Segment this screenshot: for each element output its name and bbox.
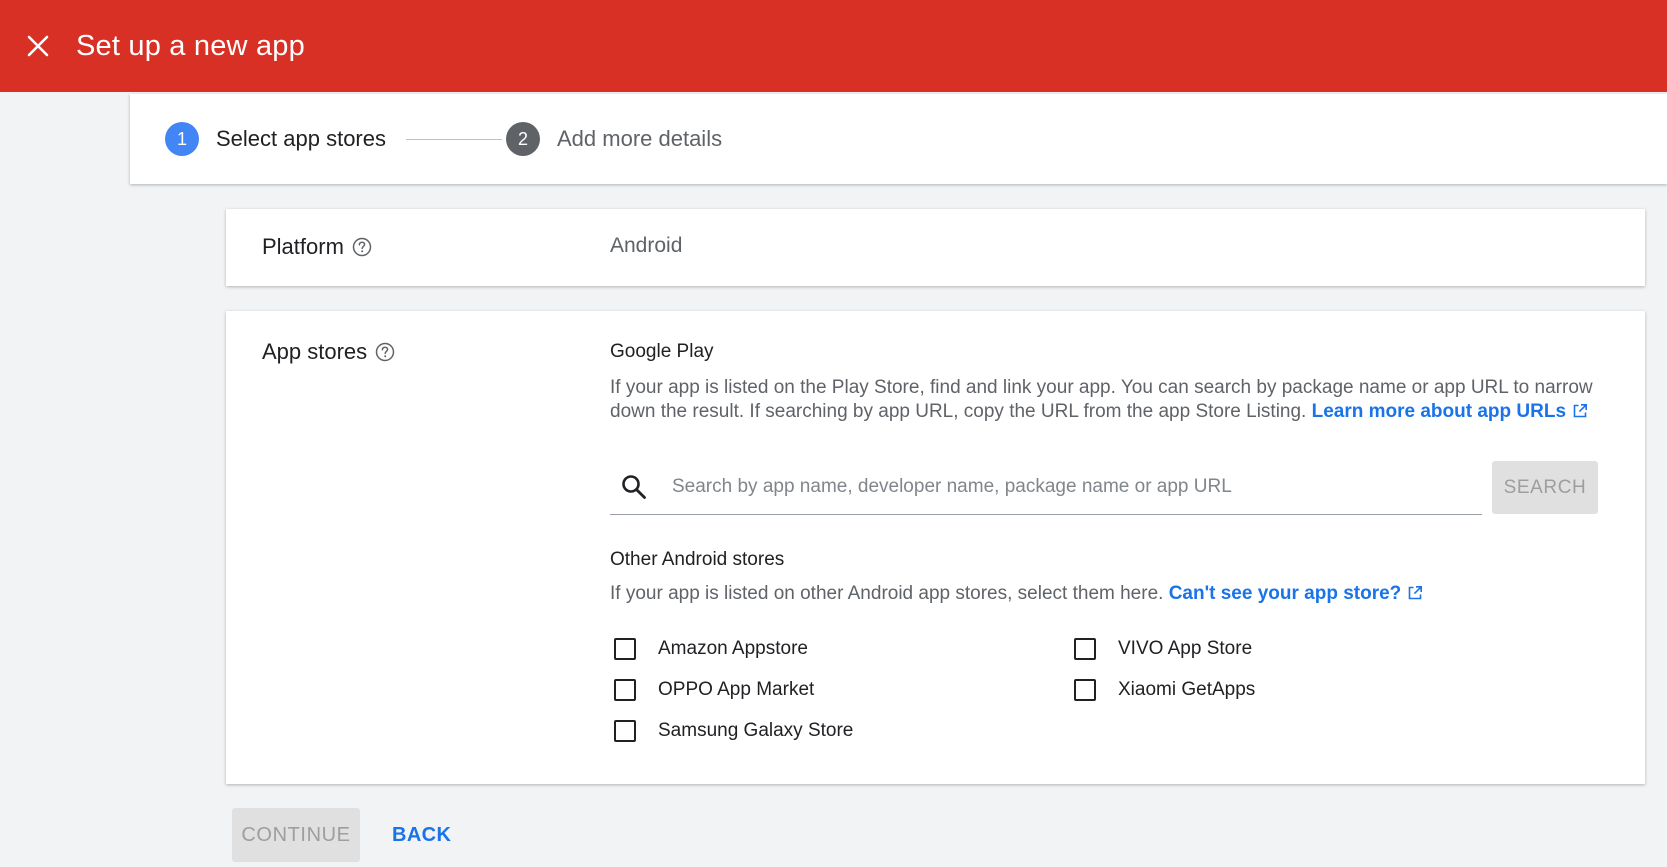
page-title: Set up a new app bbox=[76, 30, 305, 62]
step-label: Select app stores bbox=[216, 126, 386, 151]
step-select-app-stores: 1 Select app stores bbox=[165, 94, 386, 184]
platform-row-label: Platform bbox=[262, 234, 372, 260]
help-icon[interactable] bbox=[352, 237, 372, 257]
checkbox-label: Amazon Appstore bbox=[658, 638, 808, 659]
step-number: 2 bbox=[506, 122, 540, 156]
checkbox-xiaomi-getapps[interactable]: Xiaomi GetApps bbox=[1074, 679, 1255, 701]
app-bar: Set up a new app bbox=[0, 0, 1667, 92]
app-stores-card: App stores Google Play If your app is li… bbox=[226, 311, 1645, 784]
checkbox-label: Xiaomi GetApps bbox=[1118, 679, 1256, 700]
learn-more-app-urls-link[interactable]: Learn more about app URLs bbox=[1312, 401, 1566, 422]
checkbox-box[interactable] bbox=[614, 679, 636, 701]
back-button[interactable]: BACK bbox=[380, 808, 463, 862]
checkbox-vivo-app-store[interactable]: VIVO App Store bbox=[1074, 638, 1252, 660]
google-play-title: Google Play bbox=[610, 341, 714, 362]
close-icon bbox=[27, 35, 49, 57]
checkbox-label: OPPO App Market bbox=[658, 679, 815, 700]
step-connector bbox=[406, 139, 502, 140]
checkbox-label: Samsung Galaxy Store bbox=[658, 720, 854, 741]
platform-label: Platform bbox=[262, 234, 344, 259]
stepper: 1 Select app stores 2 Add more details bbox=[130, 94, 1667, 184]
checkbox-box[interactable] bbox=[1074, 638, 1096, 660]
app-stores-label: App stores bbox=[262, 339, 368, 364]
platform-value: Android bbox=[610, 234, 683, 257]
search-icon bbox=[620, 473, 648, 501]
checkbox-oppo-app-market[interactable]: OPPO App Market bbox=[614, 679, 814, 701]
google-play-description: If your app is listed on the Play Store,… bbox=[610, 376, 1610, 424]
checkbox-label: VIVO App Store bbox=[1118, 638, 1253, 659]
other-stores-title: Other Android stores bbox=[610, 549, 785, 570]
app-search-input[interactable] bbox=[670, 474, 1464, 499]
continue-button[interactable]: CONTINUE bbox=[232, 808, 360, 862]
step-number: 1 bbox=[165, 122, 199, 156]
other-stores-description: If your app is listed on other Android a… bbox=[610, 582, 1610, 606]
open-in-new-icon[interactable] bbox=[1407, 585, 1423, 601]
step-add-more-details: 2 Add more details bbox=[506, 94, 722, 184]
search-button[interactable]: SEARCH bbox=[1492, 461, 1598, 514]
checkbox-box[interactable] bbox=[614, 720, 636, 742]
open-in-new-icon[interactable] bbox=[1572, 403, 1588, 419]
checkbox-box[interactable] bbox=[1074, 679, 1096, 701]
app-stores-row-label: App stores bbox=[262, 339, 395, 365]
help-icon[interactable] bbox=[375, 342, 395, 362]
other-stores-description-text: If your app is listed on other Android a… bbox=[610, 583, 1169, 604]
checkbox-samsung-galaxy-store[interactable]: Samsung Galaxy Store bbox=[614, 720, 853, 742]
checkbox-amazon-appstore[interactable]: Amazon Appstore bbox=[614, 638, 808, 660]
checkbox-box[interactable] bbox=[614, 638, 636, 660]
cant-see-app-store-link[interactable]: Can't see your app store? bbox=[1169, 583, 1402, 604]
app-search-field bbox=[610, 459, 1482, 515]
platform-card: Platform Android bbox=[226, 209, 1645, 286]
close-button[interactable] bbox=[18, 26, 58, 66]
step-label: Add more details bbox=[557, 126, 723, 151]
